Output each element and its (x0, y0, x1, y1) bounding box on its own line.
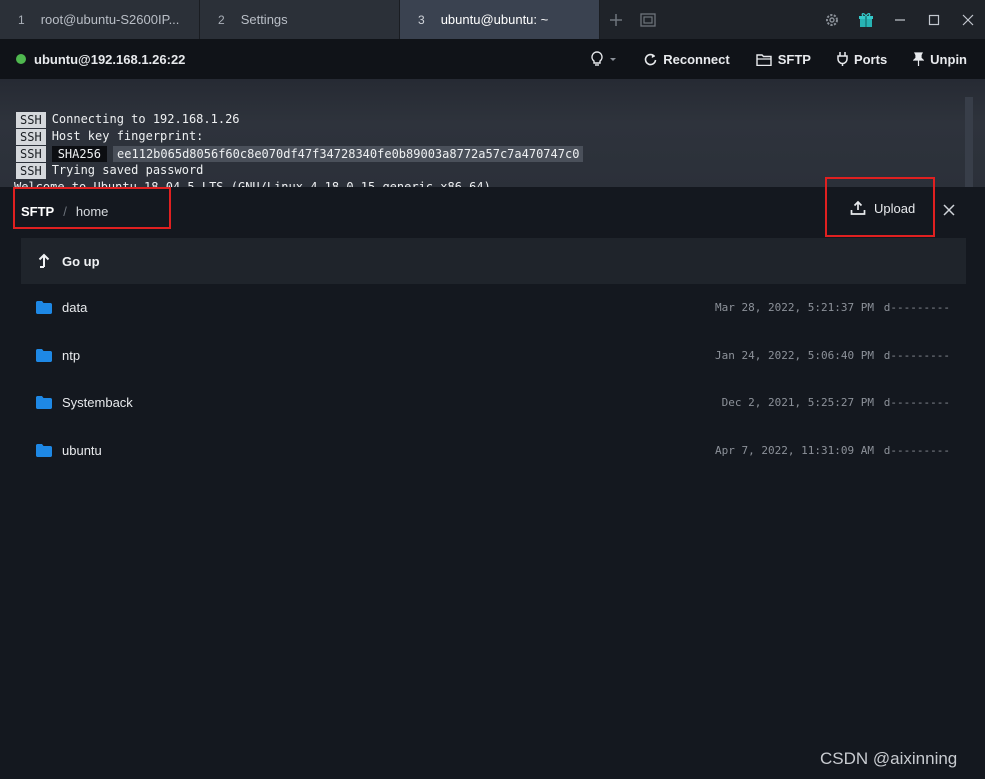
tab-label: Settings (240, 12, 288, 27)
gift-icon[interactable] (849, 0, 883, 39)
file-permissions: d--------- (883, 301, 950, 315)
go-up-button[interactable]: Go up (21, 238, 966, 284)
file-date: Apr 7, 2022, 11:31:09 AM (715, 443, 874, 457)
terminal-text: Connecting to 192.168.1.26 (51, 112, 240, 126)
terminal-line: SSH SHA256 ee112b065d8056f60c8e070df47f3… (16, 145, 584, 162)
go-up-label: Go up (62, 253, 100, 269)
terminal-line: SSH Trying saved password (16, 162, 583, 179)
ssh-badge: SSH (16, 162, 46, 179)
terminal-output[interactable]: SSH Connecting to 192.168.1.26 SSH Host … (0, 79, 985, 189)
unpin-button[interactable]: Unpin (913, 52, 967, 67)
sftp-panel: SFTP / home Upload Go up data Mar 28, 20… (0, 177, 985, 779)
sha256-badge: SHA256 (51, 145, 108, 162)
sftp-label: SFTP (777, 51, 811, 67)
tab-label: root@ubuntu-S2600IP... (40, 12, 180, 27)
tab-label: ubuntu@ubuntu: ~ (440, 12, 549, 27)
tab-bar: 1 root@ubuntu-S2600IP... 2 Settings 3 ub… (0, 0, 985, 39)
file-date: Mar 28, 2022, 5:21:37 PM (715, 301, 874, 315)
tab-settings[interactable]: 2 Settings (200, 0, 400, 39)
sftp-button[interactable]: SFTP (756, 52, 811, 67)
file-row[interactable]: ntp Jan 24, 2022, 5:06:40 PM d--------- (21, 332, 966, 380)
connection-status-dot (16, 54, 26, 64)
file-permissions: d--------- (883, 348, 950, 362)
minimize-icon[interactable] (883, 0, 917, 39)
folder-icon (36, 396, 52, 410)
terminal-line: SSH Host key fingerprint: (16, 128, 583, 145)
file-date: Dec 2, 2021, 5:25:27 PM (721, 396, 874, 410)
terminal-scrollbar[interactable] (965, 97, 973, 187)
unpin-label: Unpin (930, 51, 967, 67)
tab-root-ubuntu[interactable]: 1 root@ubuntu-S2600IP... (0, 0, 200, 39)
lightbulb-icon[interactable] (590, 51, 618, 67)
ssh-badge: SSH (16, 145, 46, 162)
file-row[interactable]: Systemback Dec 2, 2021, 5:25:27 PM d----… (21, 379, 966, 427)
file-row[interactable]: ubuntu Apr 7, 2022, 11:31:09 AM d-------… (21, 427, 966, 475)
ssh-badge: SSH (16, 128, 46, 145)
split-layout-icon[interactable] (632, 0, 664, 39)
ports-label: Ports (853, 51, 888, 67)
file-row[interactable]: data Mar 28, 2022, 5:21:37 PM d--------- (21, 284, 966, 332)
close-icon[interactable] (940, 201, 958, 219)
terminal-text: Trying saved password (51, 163, 204, 177)
fingerprint-value: ee112b065d8056f60c8e070df47f34728340fe0b… (113, 145, 584, 162)
reconnect-label: Reconnect (663, 51, 730, 67)
folder-icon (36, 348, 52, 362)
maximize-icon[interactable] (917, 0, 951, 39)
highlight-box-upload (825, 177, 935, 237)
file-date: Jan 24, 2022, 5:06:40 PM (715, 348, 874, 362)
ports-button[interactable]: Ports (837, 52, 887, 67)
folder-icon (36, 301, 52, 315)
host-address: ubuntu@192.168.1.26:22 (34, 51, 186, 67)
highlight-box-breadcrumb (13, 187, 171, 229)
watermark-text: CSDN @aixinning (820, 749, 958, 768)
terminal-text: Host key fingerprint: (51, 129, 204, 143)
tab-number: 3 (418, 12, 425, 27)
close-window-icon[interactable] (951, 0, 985, 39)
tab-ubuntu-active[interactable]: 3 ubuntu@ubuntu: ~ (400, 0, 600, 39)
file-name: data (62, 300, 88, 316)
file-name: ubuntu (62, 442, 102, 458)
reconnect-button[interactable]: Reconnect (644, 51, 730, 67)
session-toolbar: ubuntu@192.168.1.26:22 Reconnect SFTP Po… (0, 39, 985, 79)
file-permissions: d--------- (883, 396, 950, 410)
tab-number: 2 (218, 12, 225, 27)
new-tab-icon[interactable] (600, 0, 632, 39)
file-name: ntp (62, 347, 81, 363)
folder-icon (36, 443, 52, 457)
file-permissions: d--------- (883, 443, 950, 457)
gear-icon[interactable] (815, 0, 849, 39)
terminal-line: SSH Connecting to 192.168.1.26 (16, 111, 583, 128)
file-name: Systemback (62, 395, 133, 411)
file-list: data Mar 28, 2022, 5:21:37 PM d---------… (21, 284, 966, 474)
tab-number: 1 (18, 12, 25, 27)
ssh-badge: SSH (16, 111, 46, 128)
